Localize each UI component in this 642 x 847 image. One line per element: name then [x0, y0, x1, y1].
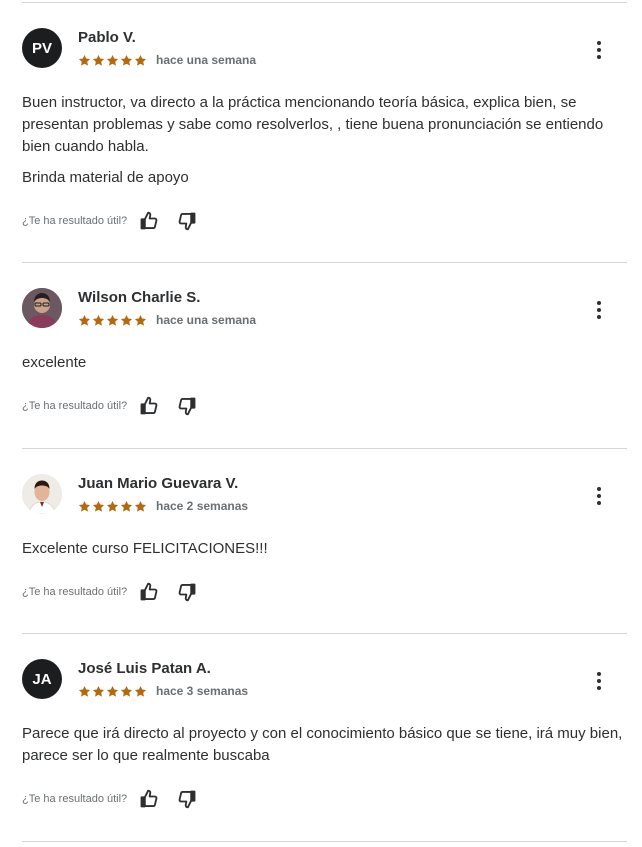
- helpful-row: ¿Te ha resultado útil?: [22, 394, 199, 418]
- star-icon: [78, 54, 91, 66]
- review-item: PV Pablo V. hace una semana Buen instruc…: [22, 3, 627, 262]
- review-text: Excelente curso FELICITACIONES!!!: [22, 540, 268, 557]
- reviews-list: PV Pablo V. hace una semana Buen instruc…: [22, 2, 627, 842]
- rating-row: hace una semana: [78, 52, 256, 68]
- helpful-question: ¿Te ha resultado útil?: [22, 586, 128, 598]
- review-time: hace 3 semanas: [156, 684, 249, 698]
- star-icon: [106, 500, 119, 512]
- thumbs-up-button[interactable]: [137, 787, 161, 811]
- thumbs-down-button[interactable]: [175, 394, 199, 418]
- helpful-question: ¿Te ha resultado útil?: [22, 793, 128, 805]
- avatar[interactable]: PV: [22, 28, 62, 68]
- rating-row: hace 2 semanas: [78, 498, 248, 514]
- thumbs-down-button[interactable]: [175, 580, 199, 604]
- more-options-button[interactable]: [589, 486, 609, 506]
- star-icon: [106, 685, 119, 697]
- star-icon: [134, 314, 147, 326]
- thumbs-up-icon: [140, 789, 158, 808]
- star-icon: [78, 500, 91, 512]
- reviewer-name: Wilson Charlie S.: [78, 289, 201, 306]
- review-text: Parece que irá directo al proyecto y con…: [22, 725, 623, 764]
- more-options-icon-dot: [597, 55, 601, 59]
- star-rating: [78, 54, 147, 67]
- divider: [22, 841, 627, 842]
- review-item: Wilson Charlie S. hace una semana excele…: [22, 263, 627, 448]
- avatar[interactable]: [22, 288, 62, 328]
- thumbs-down-button[interactable]: [175, 209, 199, 233]
- thumbs-up-button[interactable]: [137, 580, 161, 604]
- reviewer-name: Juan Mario Guevara V.: [78, 475, 239, 492]
- helpful-question: ¿Te ha resultado útil?: [22, 215, 128, 227]
- more-options-button[interactable]: [589, 40, 609, 60]
- review-text: Brinda material de apoyo: [22, 169, 189, 186]
- review-item: Juan Mario Guevara V. hace 2 semanas Exc…: [22, 449, 627, 633]
- avatar-photo: [22, 474, 62, 514]
- thumbs-down-icon: [178, 212, 196, 231]
- helpful-row: ¿Te ha resultado útil?: [22, 580, 199, 604]
- thumbs-up-button[interactable]: [137, 209, 161, 233]
- review-text: Buen instructor, va directo a la práctic…: [22, 94, 604, 155]
- helpful-row: ¿Te ha resultado útil?: [22, 787, 199, 811]
- rating-row: hace 3 semanas: [78, 683, 248, 699]
- star-icon: [92, 314, 105, 326]
- more-options-icon-dot: [597, 686, 601, 690]
- more-options-icon: [597, 41, 601, 45]
- helpful-row: ¿Te ha resultado útil?: [22, 209, 199, 233]
- review-content: Parece que irá directo al proyecto y con…: [22, 723, 627, 776]
- thumbs-up-button[interactable]: [137, 394, 161, 418]
- more-options-icon: [597, 301, 601, 305]
- star-icon: [120, 314, 133, 326]
- more-options-button[interactable]: [589, 300, 609, 320]
- thumbs-down-icon: [178, 397, 196, 416]
- star-rating: [78, 685, 147, 698]
- avatar[interactable]: [22, 474, 62, 514]
- star-icon: [134, 54, 147, 66]
- reviewer-name: Pablo V.: [78, 29, 136, 46]
- more-options-icon: [597, 487, 601, 491]
- thumbs-down-icon: [178, 790, 196, 809]
- star-icon: [106, 314, 119, 326]
- thumbs-up-icon: [140, 582, 158, 601]
- star-icon: [120, 685, 133, 697]
- star-icon: [120, 54, 133, 66]
- star-rating: [78, 314, 147, 327]
- star-icon: [92, 685, 105, 697]
- review-time: hace una semana: [156, 53, 257, 67]
- thumbs-down-button[interactable]: [175, 787, 199, 811]
- review-time: hace 2 semanas: [156, 499, 249, 513]
- star-icon: [120, 500, 133, 512]
- star-icon: [106, 54, 119, 66]
- more-options-icon-dot: [597, 679, 601, 683]
- star-icon: [92, 54, 105, 66]
- helpful-question: ¿Te ha resultado útil?: [22, 400, 128, 412]
- rating-row: hace una semana: [78, 312, 256, 328]
- star-rating: [78, 500, 147, 513]
- review-content: Buen instructor, va directo a la práctic…: [22, 92, 627, 198]
- review-content: Excelente curso FELICITACIONES!!!: [22, 538, 627, 569]
- avatar-photo: [22, 288, 62, 328]
- thumbs-up-icon: [140, 211, 158, 230]
- review-time: hace una semana: [156, 313, 257, 327]
- avatar[interactable]: JA: [22, 659, 62, 699]
- star-icon: [134, 685, 147, 697]
- more-options-icon: [597, 672, 601, 676]
- thumbs-up-icon: [140, 396, 158, 415]
- review-content: excelente: [22, 352, 627, 383]
- thumbs-down-icon: [178, 583, 196, 602]
- review-item: JA José Luis Patan A. hace 3 semanas Par…: [22, 634, 627, 841]
- more-options-icon-dot: [597, 315, 601, 319]
- star-icon: [92, 500, 105, 512]
- avatar-initials: JA: [32, 670, 52, 688]
- star-icon: [78, 685, 91, 697]
- reviewer-name: José Luis Patan A.: [78, 660, 211, 677]
- more-options-icon-dot: [597, 48, 601, 52]
- avatar-initials: PV: [31, 39, 52, 57]
- more-options-icon-dot: [597, 308, 601, 312]
- more-options-icon-dot: [597, 494, 601, 498]
- review-text: excelente: [22, 354, 87, 371]
- more-options-icon-dot: [597, 501, 601, 505]
- more-options-button[interactable]: [589, 671, 609, 691]
- star-icon: [134, 500, 147, 512]
- star-icon: [78, 314, 91, 326]
